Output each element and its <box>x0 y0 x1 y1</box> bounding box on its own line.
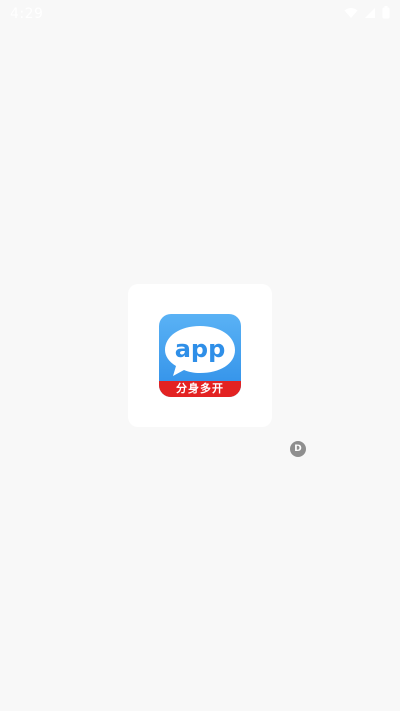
splash-screen: 4:29 app 分身多开 D <box>0 0 400 711</box>
app-logo-text: app <box>174 335 226 363</box>
status-time: 4:29 <box>10 6 44 22</box>
app-logo: app 分身多开 <box>159 314 241 397</box>
battery-icon <box>382 6 390 19</box>
status-icons <box>344 6 390 19</box>
cell-signal-icon <box>364 7 376 19</box>
app-logo-banner-text: 分身多开 <box>176 382 224 395</box>
status-bar: 4:29 <box>0 0 400 28</box>
debug-badge: D <box>290 441 306 457</box>
splash-logo-card: app 分身多开 <box>128 284 272 427</box>
wifi-icon <box>344 7 358 19</box>
